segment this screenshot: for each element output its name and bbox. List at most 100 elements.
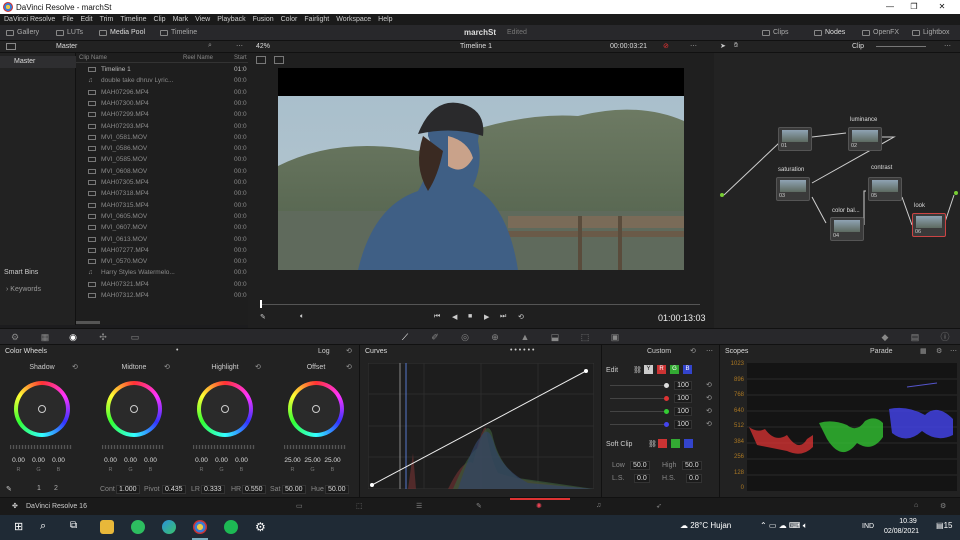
curve-point-white[interactable] <box>584 369 588 373</box>
b-channel-button[interactable]: B <box>683 365 692 374</box>
viewer-options-icon[interactable]: ⋯ <box>690 42 697 50</box>
channel-reset-icon[interactable]: ⟲ <box>706 420 712 428</box>
color-wheel[interactable] <box>288 381 344 437</box>
lightbox-button[interactable]: Lightbox <box>912 25 949 41</box>
key-icon[interactable]: ⬓ <box>550 333 560 342</box>
scope-layout-icon[interactable]: ▦ <box>920 347 927 355</box>
wheel-handle[interactable] <box>38 405 46 413</box>
primaries-wheels-icon[interactable]: ◉ <box>68 333 78 342</box>
fairlight-page-icon[interactable]: ♫ <box>596 502 601 509</box>
clip-row[interactable]: MVI_0570.MOV 00:0 <box>76 256 248 267</box>
clip-row[interactable]: MVI_0613.MOV 00:0 <box>76 234 248 245</box>
page-dot-icon[interactable]: • <box>176 347 178 354</box>
wheel-handle[interactable] <box>312 405 320 413</box>
link-icon[interactable]: ⛓︎ <box>633 366 642 374</box>
clip-row[interactable]: ♫ double take dhruv Lyric... 00:0 <box>76 75 248 86</box>
wheel-reset-icon[interactable]: ⟲ <box>255 363 261 371</box>
deliver-page-icon[interactable]: ➶ <box>656 502 662 510</box>
wheel-reset-icon[interactable]: ⟲ <box>164 363 170 371</box>
node-03[interactable]: 03 <box>776 177 810 201</box>
soft-clip-g-button[interactable] <box>671 439 680 448</box>
gallery-button[interactable]: Gallery <box>6 25 39 41</box>
media-page-icon[interactable]: ▭ <box>296 502 303 510</box>
clip-row[interactable]: MVI_0581.MOV 00:0 <box>76 132 248 143</box>
whatsapp-icon[interactable] <box>131 520 145 534</box>
timeline-button[interactable]: Timeline <box>160 25 197 41</box>
soft-clip-link-icon[interactable]: ⛓︎ <box>648 440 657 448</box>
davinci-taskbar-icon[interactable] <box>193 520 207 534</box>
channel-reset-icon[interactable]: ⟲ <box>706 394 712 402</box>
motion-effects-icon[interactable]: ▭ <box>130 333 140 342</box>
openfx-button[interactable]: OpenFX <box>862 25 899 41</box>
maximize-button[interactable]: ❐ <box>902 0 926 14</box>
wheel-mode-select[interactable]: Log <box>318 348 330 355</box>
wheel-value-field[interactable]: 0.00 <box>30 457 47 466</box>
color-wheel[interactable] <box>14 381 70 437</box>
hue-field[interactable]: 50.00 <box>325 485 349 494</box>
column-start[interactable]: Start <box>234 55 247 61</box>
ls-field[interactable]: 0.0 <box>634 474 650 483</box>
language-indicator[interactable]: IND <box>862 523 874 530</box>
close-button[interactable]: ✕ <box>930 0 954 14</box>
wheel-value-field[interactable]: 0.00 <box>213 457 230 466</box>
menu-item[interactable]: File <box>62 16 73 23</box>
page-2-button[interactable]: 2 <box>54 485 58 492</box>
scrubber-bar[interactable] <box>248 298 714 310</box>
node-06[interactable]: 06 <box>912 213 946 237</box>
minimize-button[interactable]: — <box>878 0 902 14</box>
sat-field[interactable]: 50.00 <box>282 485 306 494</box>
clip-row[interactable]: MAH07318.MP4 00:0 <box>76 188 248 199</box>
wheel-value-field[interactable]: 0.00 <box>142 457 159 466</box>
reset-all-icon[interactable]: ⟲ <box>346 347 352 355</box>
intensity-slider[interactable] <box>610 424 666 425</box>
clip-row[interactable]: MVI_0586.MOV 00:0 <box>76 143 248 154</box>
curves-mode-select[interactable]: Custom <box>647 348 671 355</box>
scope-options-icon[interactable]: ⋯ <box>950 347 957 355</box>
graph-output-icon[interactable] <box>954 191 958 195</box>
clip-row[interactable]: MVI_0607.MOV 00:0 <box>76 222 248 233</box>
channel-reset-icon[interactable]: ⟲ <box>706 407 712 415</box>
clips-button[interactable]: Clips <box>762 25 789 41</box>
3d-icon[interactable]: ▣ <box>610 333 620 342</box>
curve-graph[interactable] <box>368 363 594 489</box>
menu-item[interactable]: Fusion <box>253 16 274 23</box>
clip-row[interactable]: MAH07305.MP4 00:0 <box>76 177 248 188</box>
master-wheel-slider[interactable] <box>102 445 164 449</box>
cut-page-icon[interactable]: ⬚ <box>356 502 363 510</box>
stop-icon[interactable]: ■ <box>468 313 472 320</box>
clip-row[interactable]: MVI_0605.MOV 00:0 <box>76 211 248 222</box>
nodes-button[interactable]: Nodes <box>814 25 845 41</box>
clip-row[interactable]: MAH07300.MP4 00:0 <box>76 98 248 109</box>
clip-row[interactable]: MAH07321.MP4 00:0 <box>76 279 248 290</box>
clip-row[interactable]: MVI_0585.MOV 00:0 <box>76 154 248 165</box>
page-dots-icon[interactable]: • • • • • • <box>510 347 534 354</box>
node-04[interactable]: 04 <box>830 217 864 241</box>
clip-row[interactable]: Timeline 1 01:0 <box>76 64 248 75</box>
play-reverse-icon[interactable]: ◀ <box>452 313 457 321</box>
loop-icon[interactable]: ⟲ <box>518 313 524 321</box>
wheel-value-field[interactable]: 25.00 <box>304 457 321 466</box>
smart-bin-keywords[interactable]: › Keywords <box>6 286 41 293</box>
panel-toggle-icon[interactable] <box>6 43 16 50</box>
color-wheel[interactable] <box>197 381 253 437</box>
spotify-icon[interactable] <box>224 520 238 534</box>
clock-time[interactable]: 10.39 <box>896 518 920 525</box>
page-1-button[interactable]: 1 <box>37 485 41 492</box>
edge-icon[interactable] <box>162 520 176 534</box>
wheel-value-field[interactable]: 0.00 <box>122 457 139 466</box>
rgb-mixer-icon[interactable]: ✣ <box>98 333 108 342</box>
curves-icon[interactable]: ⟋ <box>400 333 410 342</box>
clip-row[interactable]: MAH07312.MP4 00:0 <box>76 290 248 301</box>
system-tray-icons[interactable]: ⌃ ▭ ☁︎ ⌨ 🔈︎ <box>760 521 808 531</box>
viewer-timeline-name[interactable]: Timeline 1 <box>460 43 492 50</box>
menu-item[interactable]: Trim <box>100 16 114 23</box>
master-wheel-slider[interactable] <box>284 445 346 449</box>
node-mode-select[interactable]: Clip <box>852 43 864 50</box>
wheel-value-field[interactable]: 0.00 <box>233 457 250 466</box>
wheel-reset-icon[interactable]: ⟲ <box>72 363 78 371</box>
tracker-icon[interactable]: ⊕ <box>490 333 500 342</box>
wheel-value-field[interactable]: 0.00 <box>102 457 119 466</box>
low-field[interactable]: 50.0 <box>630 461 650 470</box>
settings-taskbar-icon[interactable]: ⚙ <box>255 520 266 534</box>
wheel-value-field[interactable]: 25.00 <box>324 457 341 466</box>
